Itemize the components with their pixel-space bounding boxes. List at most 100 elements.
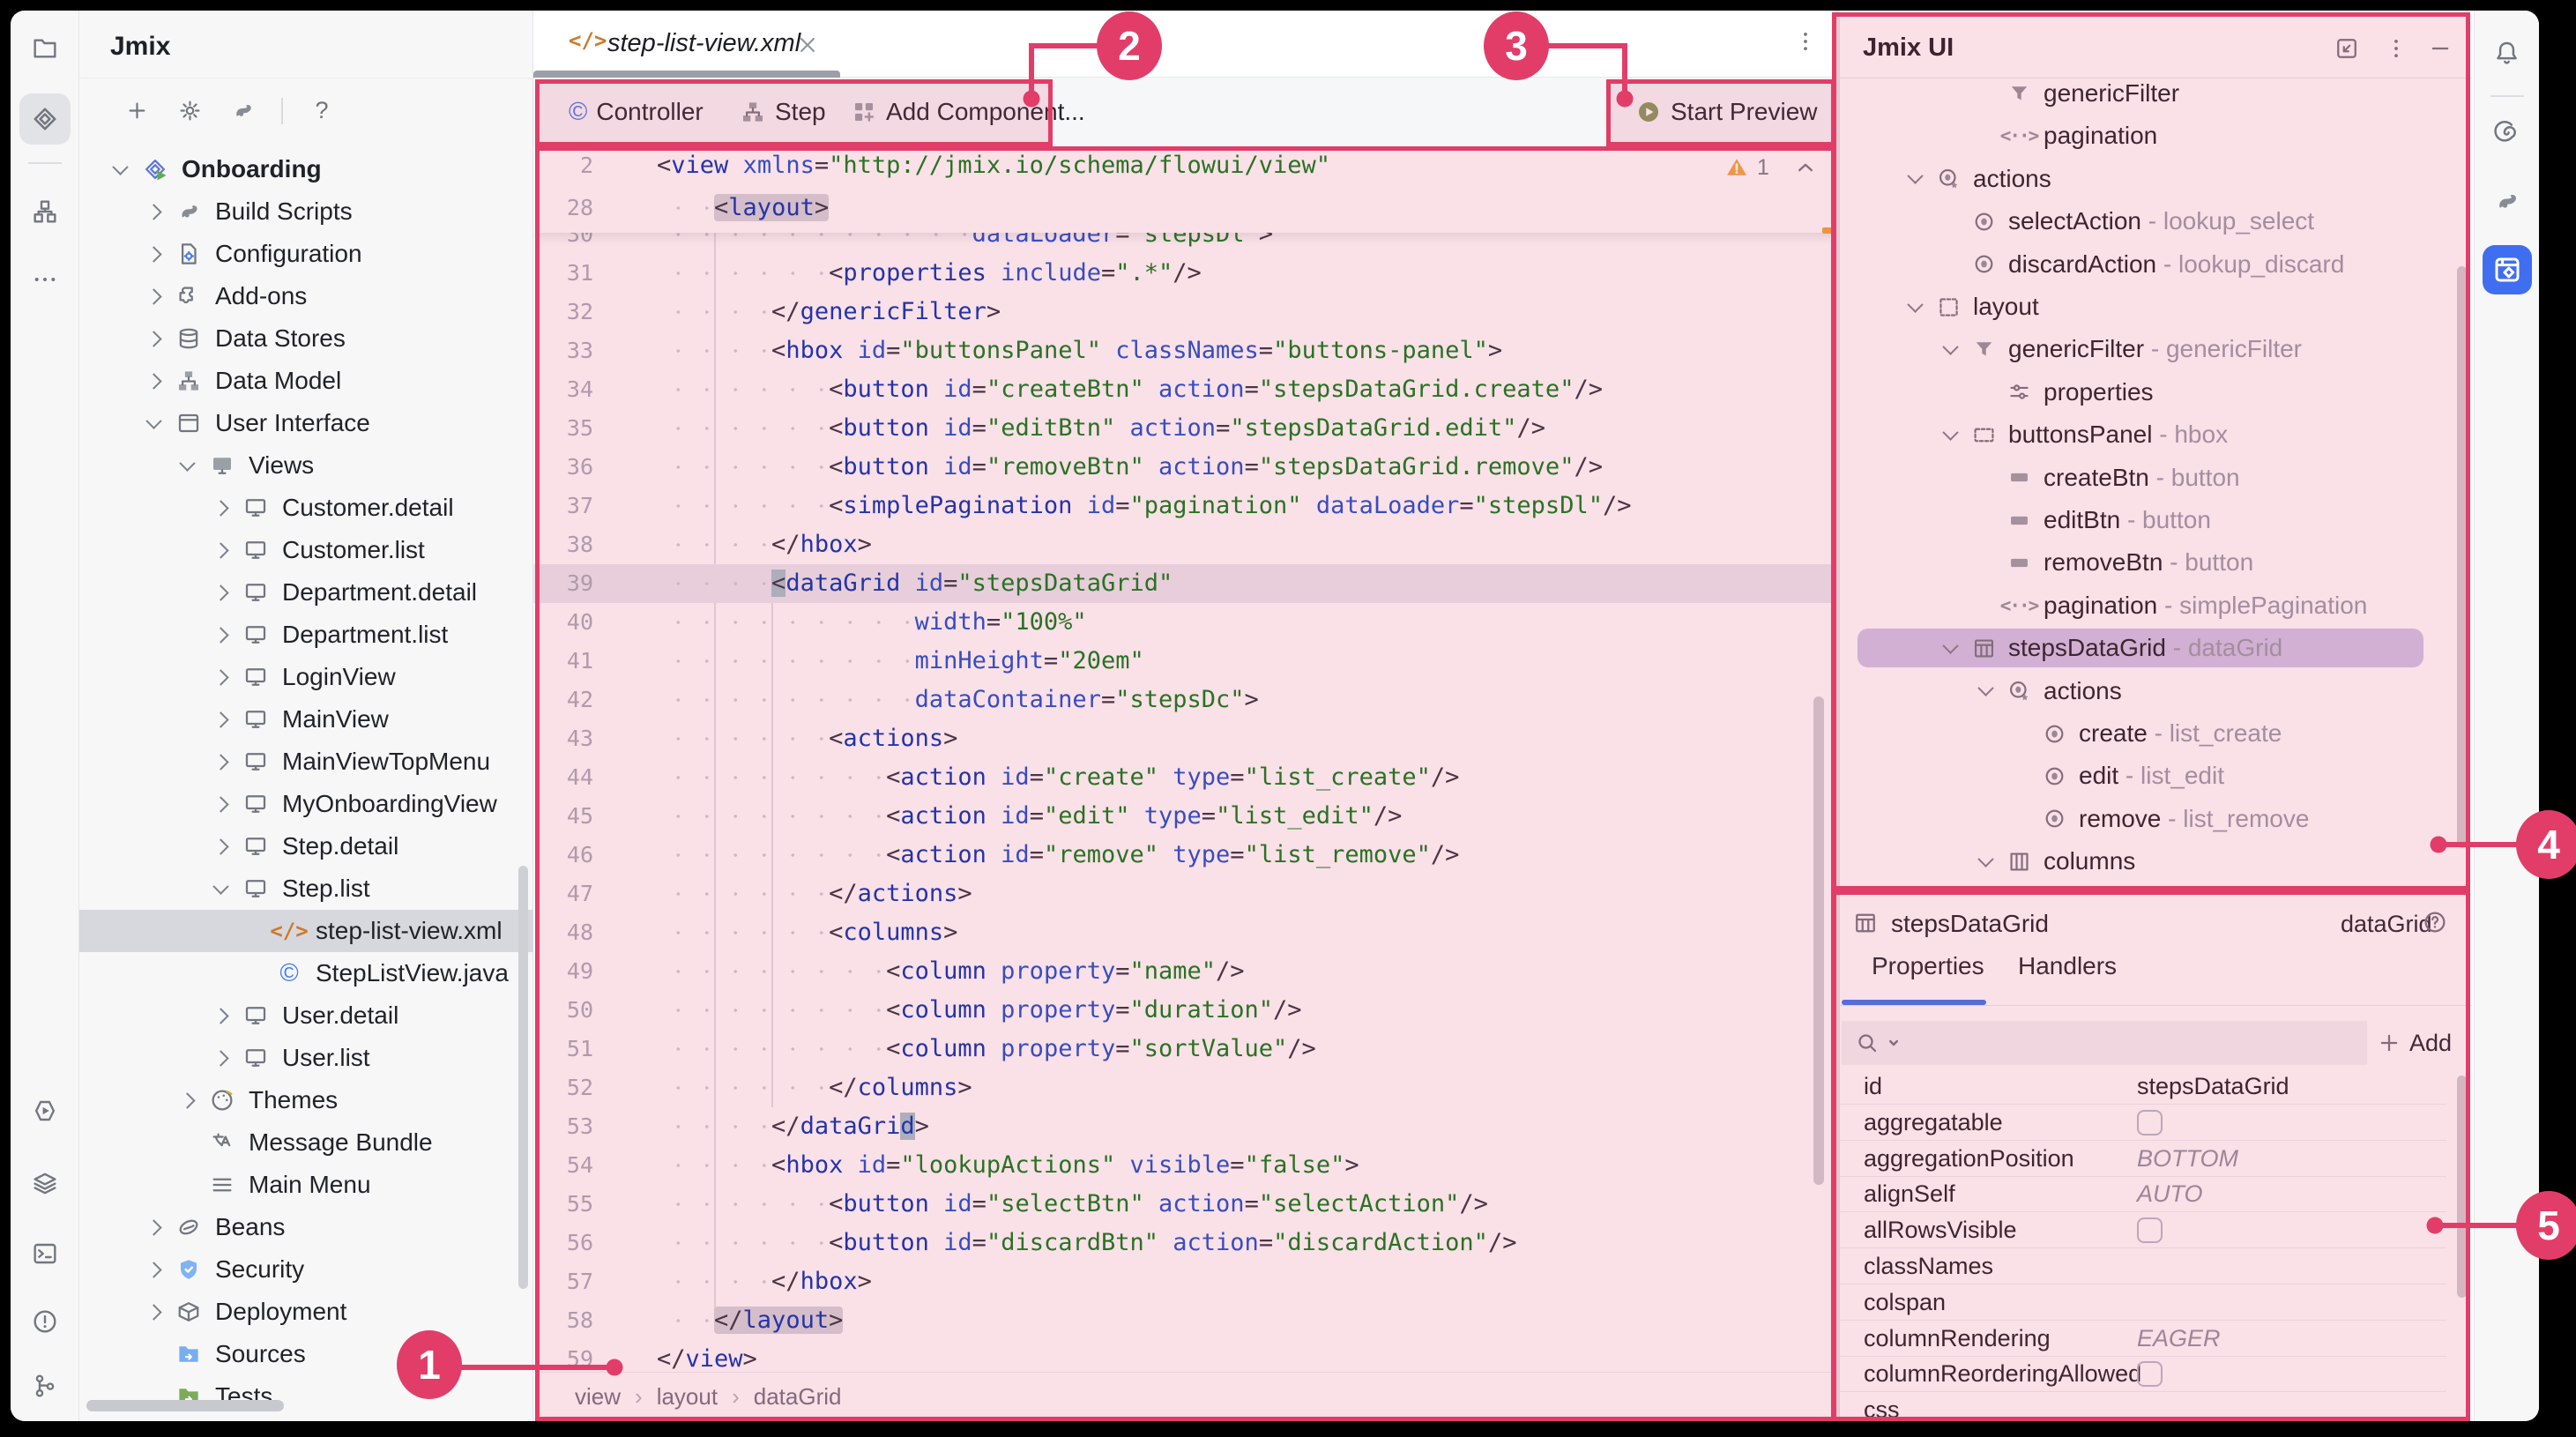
hierarchy-item-createBtn[interactable]: createBtn - button xyxy=(1840,457,2472,499)
step-entity-button[interactable]: Step xyxy=(740,78,826,146)
breadcrumb-datagrid[interactable]: dataGrid xyxy=(718,1383,842,1411)
code-line-2[interactable]: 2 <view xmlns="http://jmix.io/schema/flow… xyxy=(533,146,1835,189)
jmixui-tool-icon[interactable] xyxy=(2482,245,2532,294)
warning-stripe-mark[interactable] xyxy=(1822,227,1835,234)
tab-handlers[interactable]: Handlers xyxy=(2018,952,2117,980)
chevron-down-icon[interactable] xyxy=(138,407,169,439)
code-line-57[interactable]: 57 </hbox> xyxy=(533,1262,1835,1301)
property-value[interactable]: AUTO xyxy=(2137,1176,2203,1211)
chevron-down-icon[interactable] xyxy=(1934,333,1966,365)
tree-item-step-detail[interactable]: Step.detail xyxy=(79,825,533,867)
editor-scrollbar[interactable] xyxy=(1813,696,1824,1185)
code-line-35[interactable]: 35 <button id="editBtn" action="stepsDat… xyxy=(533,409,1835,448)
tree-item-department-detail[interactable]: Department.detail xyxy=(79,571,533,614)
hierarchy-item-removeBtn[interactable]: removeBtn - button xyxy=(1840,541,2472,584)
chevron-right-icon[interactable] xyxy=(138,323,169,354)
property-row-allRowsVisible[interactable]: allRowsVisible xyxy=(1840,1212,2446,1249)
tree-item-data-stores[interactable]: Data Stores xyxy=(79,317,533,360)
chevron-down-icon[interactable] xyxy=(171,450,203,481)
property-row-columnReorderingAllowed[interactable]: columnReorderingAllowed xyxy=(1840,1356,2446,1393)
code-line-59[interactable]: 59 </view> xyxy=(533,1340,1835,1372)
breadcrumb-view[interactable]: view xyxy=(575,1383,621,1411)
chevron-down-icon[interactable] xyxy=(104,153,136,185)
hierarchy-item-edit[interactable]: edit - list_edit xyxy=(1840,755,2472,797)
chevron-right-icon[interactable] xyxy=(205,704,236,735)
chevron-right-icon[interactable] xyxy=(205,492,236,524)
code-line-50[interactable]: 50 <column property="duration"/> xyxy=(533,991,1835,1030)
code-line-32[interactable]: 32 </genericFilter> xyxy=(533,293,1835,331)
jmix-tool-icon[interactable] xyxy=(19,93,71,145)
property-value[interactable]: BOTTOM xyxy=(2137,1141,2238,1176)
tree-item-user-interface[interactable]: User Interface xyxy=(79,402,533,444)
ai-tool-icon[interactable] xyxy=(2488,113,2527,152)
property-row-alignSelf[interactable]: alignSelf AUTO xyxy=(1840,1176,2446,1213)
tree-item-deployment[interactable]: Deployment xyxy=(79,1291,533,1333)
chevron-right-icon[interactable] xyxy=(138,365,169,397)
code-line-40[interactable]: 40 width="100%" xyxy=(533,603,1835,642)
code-line-47[interactable]: 47 </actions> xyxy=(533,875,1835,913)
tab-step-list-view[interactable]: step-list-view.xml xyxy=(607,11,800,76)
chevron-down-icon[interactable] xyxy=(1969,675,2001,707)
code-line-44[interactable]: 44 <action id="create" type="list_create… xyxy=(533,758,1835,797)
controller-button[interactable]: © Controller xyxy=(569,78,704,146)
jmix-tree-scrollbar[interactable] xyxy=(2457,266,2467,848)
chevron-right-icon[interactable] xyxy=(205,577,236,608)
code-line-49[interactable]: 49 <column property="name"/> xyxy=(533,952,1835,991)
chevron-right-icon[interactable] xyxy=(138,1296,169,1328)
run-hex-tool-icon[interactable] xyxy=(27,1093,63,1128)
chevron-right-icon[interactable] xyxy=(205,1000,236,1031)
code-line-51[interactable]: 51 <column property="sortValue"/> xyxy=(533,1030,1835,1068)
property-row-id[interactable]: id stepsDataGrid xyxy=(1840,1068,2446,1105)
code-line-42[interactable]: 42 dataContainer="stepsDc"> xyxy=(533,681,1835,719)
property-checkbox-aggregatable[interactable] xyxy=(2137,1109,2163,1135)
property-search-input[interactable] xyxy=(1842,1021,2367,1065)
hierarchy-item-buttonsPanel[interactable]: buttonsPanel - hbox xyxy=(1840,413,2472,456)
chevron-right-icon[interactable] xyxy=(138,1254,169,1285)
hierarchy-item-genericFilter[interactable]: genericFilter - genericFilter xyxy=(1840,328,2472,370)
code-line-31[interactable]: 31 <properties include=".*"/> xyxy=(533,254,1835,293)
hierarchy-item-genericFilter[interactable]: genericFilter xyxy=(1840,72,2472,115)
code-line-46[interactable]: 46 <action id="remove" type="list_remove… xyxy=(533,836,1835,875)
chevron-right-icon[interactable] xyxy=(205,830,236,862)
close-icon[interactable] xyxy=(794,32,821,58)
chevron-right-icon[interactable] xyxy=(138,1211,169,1243)
tree-item-customer-detail[interactable]: Customer.detail xyxy=(79,487,533,529)
property-value[interactable]: stepsDataGrid xyxy=(2137,1068,2289,1104)
tree-item-step-list-view-xml[interactable]: </> step-list-view.xml xyxy=(79,910,533,952)
chevron-right-icon[interactable] xyxy=(205,534,236,566)
code-line-34[interactable]: 34 <button id="createBtn" action="stepsD… xyxy=(533,370,1835,409)
tree-item-mainview[interactable]: MainView xyxy=(79,698,533,741)
hierarchy-item-properties[interactable]: properties xyxy=(1840,371,2472,413)
tree-item-security[interactable]: Security xyxy=(79,1248,533,1291)
chevron-right-icon[interactable] xyxy=(205,619,236,651)
property-row-aggregatable[interactable]: aggregatable xyxy=(1840,1105,2446,1141)
panel-options-icon[interactable] xyxy=(2383,35,2409,62)
code-line-28[interactable]: 28 <layout> xyxy=(533,189,1835,231)
prev-problem-icon[interactable] xyxy=(1792,154,1819,181)
tree-item-themes[interactable]: Themes xyxy=(79,1079,533,1121)
code-line-33[interactable]: 33 <hbox id="buttonsPanel" classNames="b… xyxy=(533,331,1835,370)
tab-properties[interactable]: Properties xyxy=(1872,952,1984,980)
chevron-down-icon[interactable] xyxy=(1934,632,1966,664)
tree-item-loginview[interactable]: LoginView xyxy=(79,656,533,698)
gradle-icon[interactable] xyxy=(225,93,260,129)
breadcrumb-layout[interactable]: layout xyxy=(621,1383,718,1411)
terminal-tool-icon[interactable] xyxy=(27,1236,63,1271)
chevron-right-icon[interactable] xyxy=(205,746,236,778)
chevron-right-icon[interactable] xyxy=(138,280,169,312)
code-line-53[interactable]: 53 </dataGrid> xyxy=(533,1107,1835,1146)
editor-options-icon[interactable] xyxy=(1792,28,1819,55)
code-line-52[interactable]: 52 </columns> xyxy=(533,1068,1835,1107)
property-checkbox-allRowsVisible[interactable] xyxy=(2137,1217,2163,1244)
dock-panel-icon[interactable] xyxy=(2334,35,2360,62)
gear-icon[interactable] xyxy=(172,93,207,129)
chevron-down-icon[interactable] xyxy=(1934,419,1966,450)
chevron-right-icon[interactable] xyxy=(205,788,236,820)
question-icon[interactable]: ? xyxy=(304,93,339,129)
tree-item-sources[interactable]: Sources xyxy=(79,1333,533,1375)
tree-item-department-list[interactable]: Department.list xyxy=(79,614,533,656)
tree-item-main-menu[interactable]: Main Menu xyxy=(79,1164,533,1206)
code-line-56[interactable]: 56 <button id="discardBtn" action="disca… xyxy=(533,1224,1835,1262)
bell-tool-icon[interactable] xyxy=(2488,34,2527,72)
hierarchy-item-discardAction[interactable]: discardAction - lookup_discard xyxy=(1840,243,2472,286)
